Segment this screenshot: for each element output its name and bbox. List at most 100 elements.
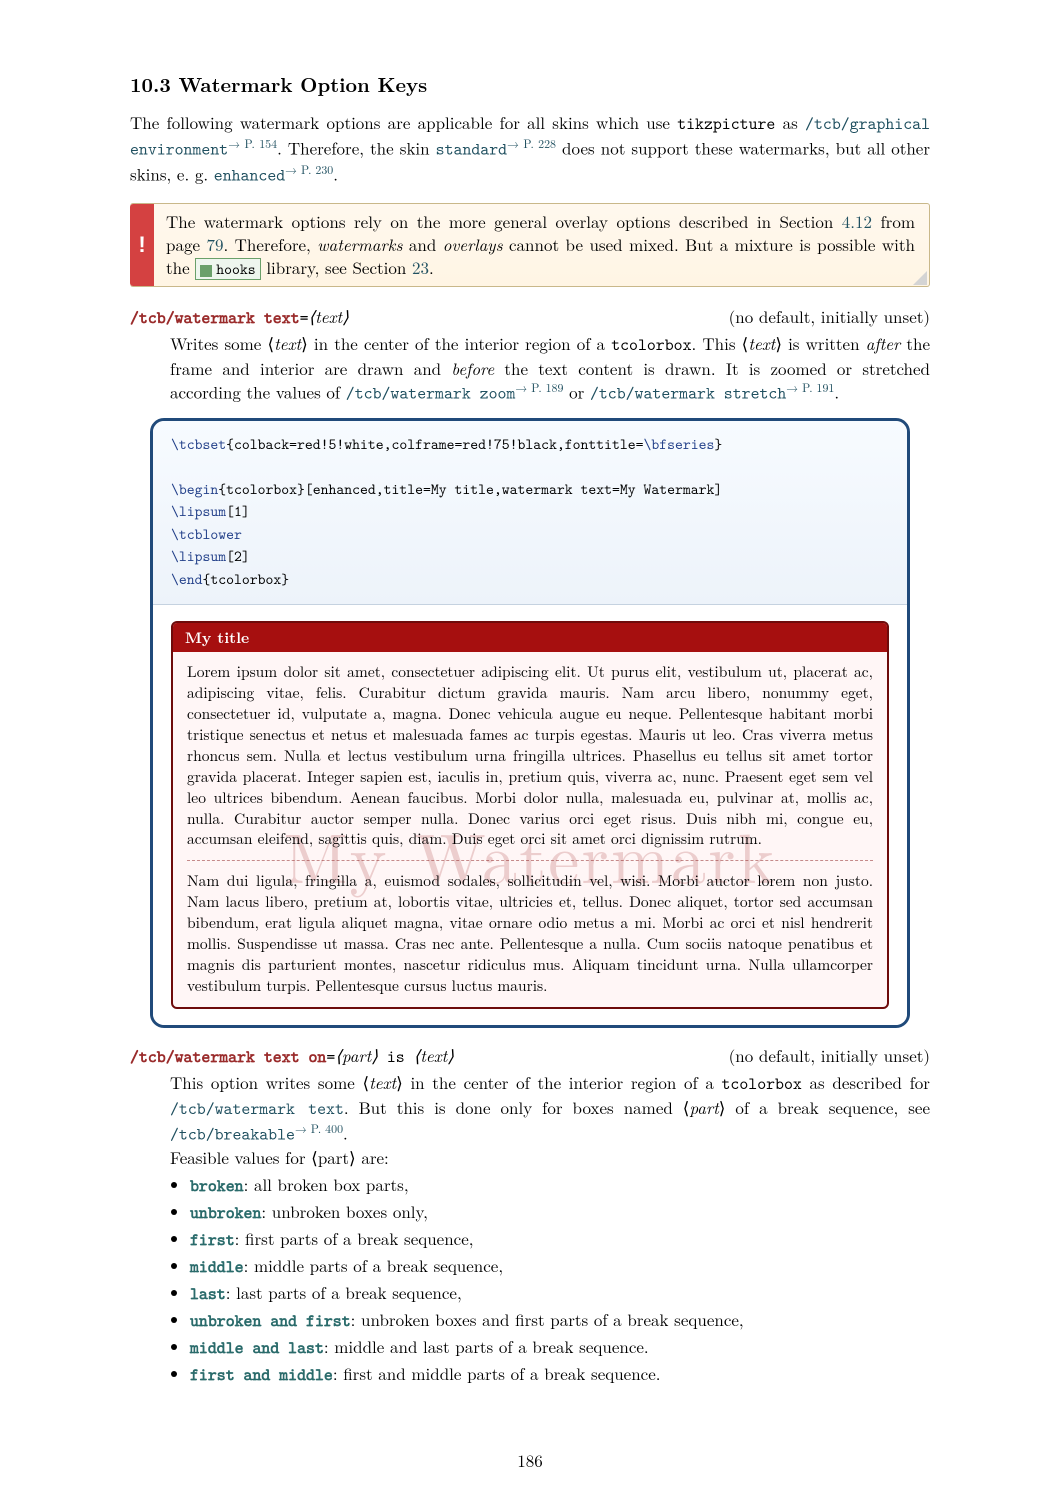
part-keyword: middle	[190, 1256, 244, 1278]
part-desc: : unbroken boxes and first parts of a br…	[351, 1307, 744, 1331]
key-description: This option writes some ⟨text⟩ in the ce…	[170, 1071, 930, 1169]
library-hooks[interactable]: hooks	[195, 258, 260, 280]
key-name: /tcb/watermark text on	[130, 1046, 326, 1068]
text: ⟩ in the center of the interior region o…	[396, 1070, 721, 1094]
part-keyword: first and middle	[190, 1364, 333, 1386]
text: . But this is done only for boxes named …	[344, 1095, 690, 1119]
part-keyword: unbroken	[190, 1202, 261, 1224]
code-tikzpicture: tikzpicture	[677, 113, 775, 135]
code: [2]	[226, 546, 250, 566]
cs-tcbset: \tcbset	[171, 434, 226, 454]
page-number: 186	[517, 1449, 543, 1472]
parts-list: broken: all broken box parts,unbroken: u…	[190, 1173, 930, 1387]
cs-lipsum: \lipsum	[171, 546, 226, 566]
text: as described for	[802, 1070, 930, 1094]
list-item: last: last parts of a break sequence,	[190, 1281, 930, 1306]
cs-begin: \begin	[171, 479, 218, 499]
ref-page-79[interactable]: 79	[206, 232, 223, 256]
part-desc: : middle parts of a break sequence,	[244, 1253, 504, 1277]
lipsum-upper: Lorem ipsum dolor sit amet, consectetuer…	[187, 662, 873, 850]
library-name: hooks	[216, 259, 255, 279]
text: text	[748, 331, 775, 355]
key-description: Writes some ⟨text⟩ in the center of the …	[170, 332, 930, 405]
text: The following watermark options are appl…	[130, 110, 677, 134]
ref-section-4-12[interactable]: 4.12	[842, 209, 872, 233]
pageref[interactable]: → P. 189	[515, 380, 563, 396]
list-item: unbroken: unbroken boxes only,	[190, 1200, 930, 1225]
key-argument-text: ⟨text⟩	[414, 1043, 454, 1067]
library-icon	[200, 265, 212, 277]
part-keyword: unbroken and first	[190, 1310, 351, 1332]
term-watermarks: watermarks	[317, 232, 402, 256]
code: {tcolorbox}	[203, 569, 290, 589]
term-before: before	[451, 356, 494, 380]
text: text	[274, 331, 301, 355]
term-overlays: overlays	[443, 232, 503, 256]
text: text	[369, 1070, 396, 1094]
text: library, see Section	[261, 255, 412, 279]
code: [1]	[226, 501, 250, 521]
intro-paragraph: The following watermark options are appl…	[130, 111, 930, 187]
term-after: after	[866, 331, 901, 355]
tcolorbox: My title My Watermark Lorem ipsum dolor …	[171, 621, 889, 1009]
text: This option writes some ⟨	[170, 1070, 369, 1094]
note-box: ! The watermark options rely on the more…	[130, 203, 930, 287]
code: }	[714, 434, 722, 454]
ref-standard[interactable]: standard	[436, 139, 507, 161]
text: is	[378, 1046, 414, 1068]
text: part	[689, 1095, 718, 1119]
cs-bfseries: \bfseries	[644, 434, 715, 454]
example-box: \tcbset{colback=red!5!white,colframe=red…	[150, 418, 910, 1028]
ref-section-23[interactable]: 23	[412, 255, 429, 279]
key-argument: ⟨text⟩	[309, 304, 349, 328]
text: and	[402, 232, 442, 256]
pageref[interactable]: → P. 400	[295, 1121, 343, 1137]
key-default: (no default, initially unset)	[729, 1044, 930, 1069]
part-keyword: last	[190, 1283, 226, 1305]
text: =	[300, 307, 309, 329]
list-item: unbroken and first: unbroken boxes and f…	[190, 1308, 930, 1333]
part-keyword: middle and last	[190, 1337, 324, 1359]
ref-watermark-stretch[interactable]: /tcb/watermark stretch	[590, 383, 786, 405]
text: . This ⟨	[692, 331, 749, 355]
code-tcolorbox: tcolorbox	[611, 334, 691, 356]
example-output: My title My Watermark Lorem ipsum dolor …	[153, 605, 907, 1025]
list-item: first and middle: first and middle parts…	[190, 1362, 930, 1387]
key-argument-part: ⟨part⟩	[335, 1043, 378, 1067]
text: The watermark options rely on the more g…	[166, 209, 842, 233]
ref-watermark-text[interactable]: /tcb/watermark text	[170, 1098, 344, 1120]
pageref[interactable]: → P. 191	[786, 380, 834, 396]
ref-breakable[interactable]: /tcb/breakable	[170, 1123, 295, 1145]
part-keyword: first	[190, 1229, 235, 1251]
part-keyword: broken	[190, 1175, 244, 1197]
key-name: /tcb/watermark text	[130, 307, 300, 329]
ref-enhanced[interactable]: enhanced	[214, 164, 285, 186]
part-desc: : first parts of a break sequence,	[235, 1226, 474, 1250]
text: =	[326, 1046, 335, 1068]
text: . Therefore,	[223, 232, 317, 256]
pageref[interactable]: → P. 154	[228, 136, 277, 152]
text: Writes some ⟨	[170, 331, 274, 355]
part-desc: : middle and last parts of a break seque…	[324, 1334, 649, 1358]
section-heading: 10.3 Watermark Option Keys	[130, 70, 930, 97]
code-listing: \tcbset{colback=red!5!white,colframe=red…	[153, 421, 907, 606]
text: ⟩ of a break sequence, see	[719, 1095, 930, 1119]
pageref[interactable]: → P. 228	[507, 136, 556, 152]
part-desc: : unbroken boxes only,	[261, 1199, 427, 1223]
part-desc: : last parts of a break sequence,	[226, 1280, 462, 1304]
list-item: first: first parts of a break sequence,	[190, 1227, 930, 1252]
code-tcolorbox: tcolorbox	[722, 1073, 802, 1095]
text: ⟩ is written	[775, 331, 865, 355]
lipsum-lower: Nam dui ligula, fringilla a, euismod sod…	[187, 871, 873, 997]
cs-end: \end	[171, 569, 203, 589]
list-item: middle: middle parts of a break sequence…	[190, 1254, 930, 1279]
pageref[interactable]: → P. 230	[285, 162, 333, 178]
text: .	[333, 161, 338, 185]
part-desc: : first and middle parts of a break sequ…	[333, 1361, 661, 1385]
code: {tcolorbox}[enhanced,title=My title,wate…	[218, 479, 722, 499]
ref-watermark-zoom[interactable]: /tcb/watermark zoom	[346, 383, 516, 405]
feasible-values-label: Feasible values for ⟨part⟩ are:	[170, 1146, 930, 1169]
cs-tcblower: \tcblower	[171, 524, 242, 544]
divider-dashed	[187, 860, 873, 861]
text: . Therefore, the skin	[277, 136, 436, 160]
